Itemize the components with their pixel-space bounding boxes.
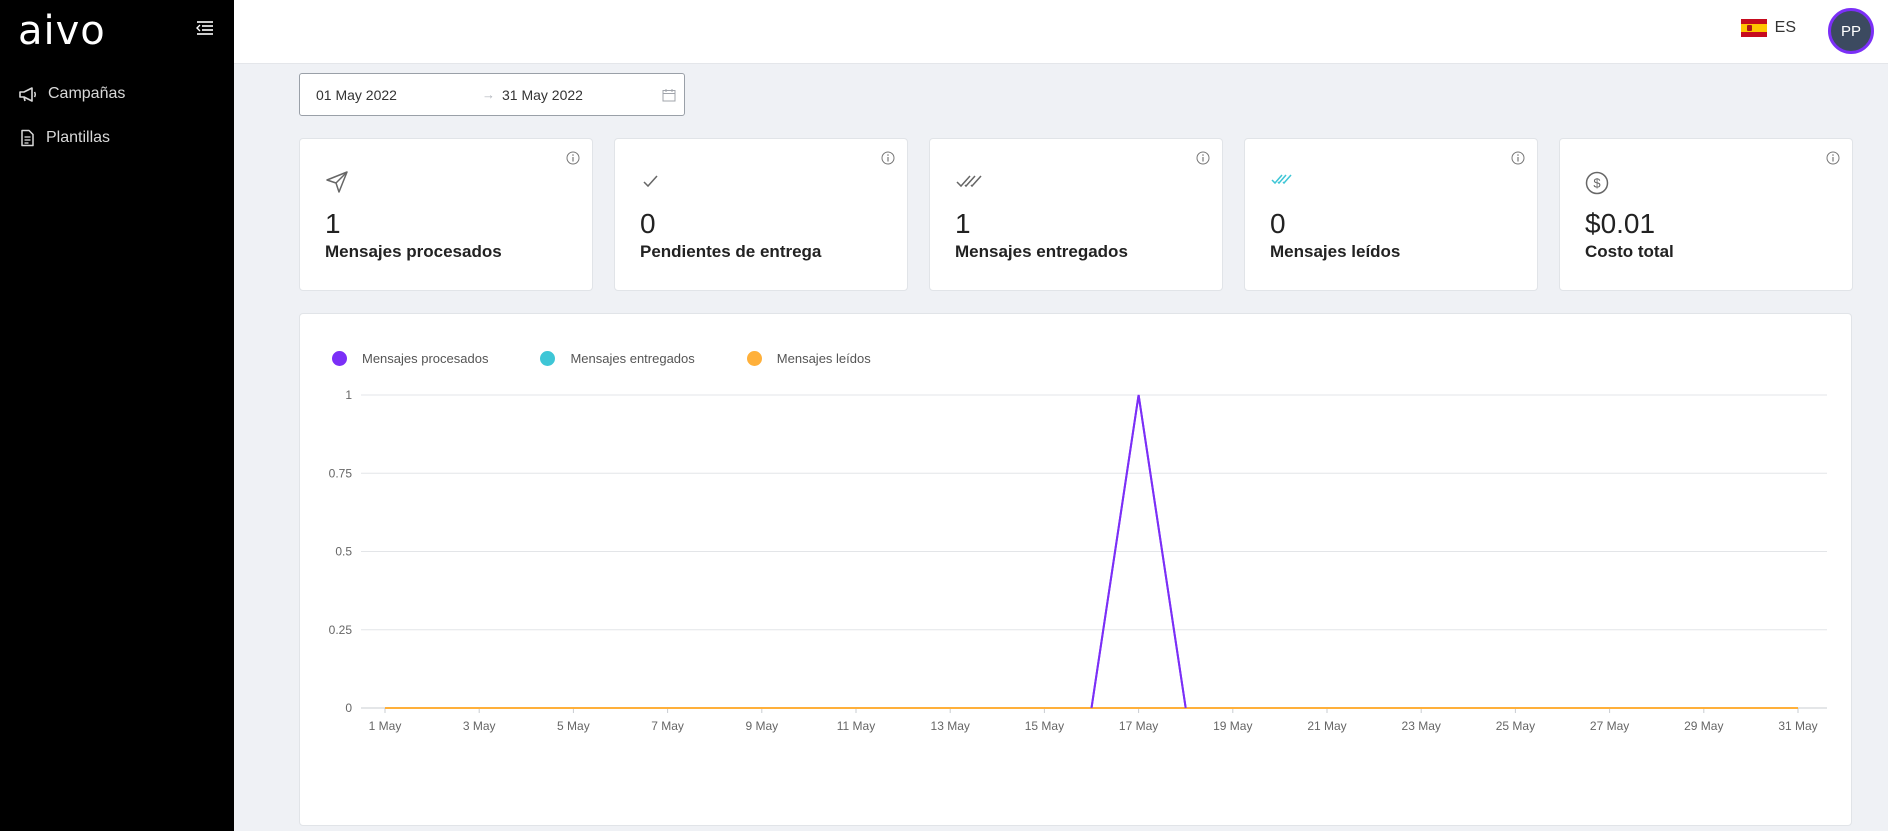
send-icon [326, 171, 348, 193]
megaphone-icon [19, 87, 36, 102]
x-tick-label: 7 May [651, 719, 684, 733]
arrow-right-icon: → [482, 87, 495, 102]
stat-card-procesados: 1 Mensajes procesados [299, 138, 593, 291]
double-check-read-icon [1271, 174, 1292, 185]
x-tick-label: 3 May [463, 719, 496, 733]
x-tick-label: 23 May [1402, 719, 1441, 733]
info-icon[interactable] [566, 151, 580, 165]
stat-label: Mensajes entregados [955, 242, 1128, 261]
stat-card-pendientes: 0 Pendientes de entrega [614, 138, 908, 291]
calendar-icon[interactable] [662, 88, 676, 102]
aivo-logo[interactable]: aivo [18, 8, 106, 54]
stat-label: Mensajes leídos [1270, 242, 1401, 261]
date-start-input[interactable]: 01 May 2022 [316, 87, 397, 103]
y-tick-label: 0.75 [329, 466, 353, 480]
y-tick-label: 0 [345, 701, 352, 715]
y-tick-label: 0.5 [335, 545, 352, 559]
x-tick-label: 11 May [837, 719, 875, 733]
sidebar-item-plantillas[interactable]: Plantillas [0, 116, 234, 160]
sidebar-nav: Campañas Plantillas [0, 72, 234, 160]
stat-value: $0.01 [1585, 208, 1656, 239]
sidebar-item-campanas[interactable]: Campañas [0, 72, 234, 116]
language-code: ES [1774, 19, 1796, 36]
stat-label: Costo total [1585, 242, 1674, 261]
x-tick-label: 29 May [1684, 719, 1723, 733]
menu-collapse-icon[interactable] [196, 20, 218, 38]
svg-text:$: $ [1593, 176, 1601, 191]
stat-label: Pendientes de entrega [640, 242, 822, 261]
x-tick-label: 19 May [1213, 719, 1252, 733]
x-tick-label: 25 May [1496, 719, 1535, 733]
x-tick-label: 27 May [1590, 719, 1629, 733]
stat-card-leidos: 0 Mensajes leídos [1244, 138, 1538, 291]
stat-card-entregados: 1 Mensajes entregados [929, 138, 1223, 291]
sidebar: aivo Campañas Plantillas [0, 0, 234, 831]
user-avatar[interactable]: PP [1828, 8, 1874, 54]
double-check-icon [956, 175, 982, 188]
info-icon[interactable] [881, 151, 895, 165]
sidebar-item-label: Plantillas [46, 129, 111, 146]
x-tick-label: 21 May [1307, 719, 1346, 733]
top-header: ES PP [234, 0, 1888, 64]
language-selector[interactable]: ES [1740, 19, 1796, 37]
messages-chart-card: Mensajes procesados Mensajes entregados … [299, 313, 1852, 826]
x-tick-label: 1 May [369, 719, 402, 733]
x-tick-label: 13 May [931, 719, 970, 733]
check-icon [643, 175, 658, 188]
x-tick-label: 9 May [745, 719, 778, 733]
info-icon[interactable] [1826, 151, 1840, 165]
x-tick-label: 31 May [1778, 719, 1817, 733]
x-tick-label: 17 May [1119, 719, 1158, 733]
x-tick-label: 15 May [1025, 719, 1064, 733]
y-tick-label: 0.25 [329, 623, 353, 637]
date-range-picker[interactable]: 01 May 2022 → 31 May 2022 [299, 73, 685, 116]
stat-value: 0 [640, 208, 656, 239]
stat-value: 1 [325, 208, 341, 239]
stat-value: 1 [955, 208, 971, 239]
dollar-icon: $ [1585, 171, 1609, 195]
x-tick-label: 5 May [557, 719, 590, 733]
stat-value: 0 [1270, 208, 1286, 239]
document-icon [21, 129, 34, 147]
info-icon[interactable] [1511, 151, 1525, 165]
sidebar-item-label: Campañas [48, 85, 126, 102]
date-end-input[interactable]: 31 May 2022 [502, 87, 583, 103]
spain-flag-icon [1740, 19, 1767, 37]
stat-card-costo: $ $0.01 Costo total [1559, 138, 1853, 291]
info-icon[interactable] [1196, 151, 1210, 165]
stat-label: Mensajes procesados [325, 242, 502, 261]
y-tick-label: 1 [345, 388, 352, 402]
line-chart: 00.250.50.7511 May 3 May 5 May 7 May 9 May 11… [329, 388, 1827, 733]
